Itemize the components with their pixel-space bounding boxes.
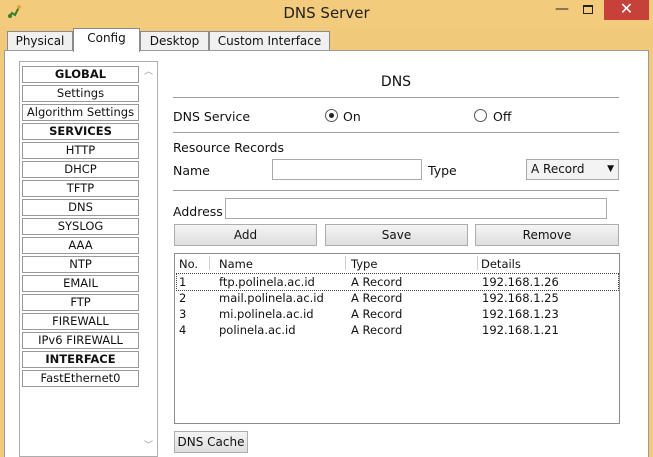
column-header-name[interactable]: Name [219, 257, 253, 271]
sidebar-item-fastethernet0[interactable]: FastEthernet0 [22, 370, 139, 387]
cell-type: A Record [351, 323, 403, 337]
divider [173, 132, 619, 133]
sidebar-item-dhcp[interactable]: DHCP [22, 161, 139, 178]
dns-off-label: Off [493, 109, 512, 124]
cell-no: 2 [179, 291, 187, 305]
column-header-details[interactable]: Details [481, 257, 521, 271]
config-panel: GLOBAL Settings Algorithm Settings SERVICES… [4, 50, 649, 457]
cell-no: 4 [179, 323, 187, 337]
minimize-icon: — [555, 1, 569, 17]
cell-type: A Record [351, 291, 403, 305]
cell-name: ftp.polinela.ac.id [219, 275, 315, 289]
save-button[interactable]: Save [325, 224, 468, 246]
sidebar-item-http[interactable]: HTTP [22, 142, 139, 159]
sidebar-item-firewall[interactable]: FIREWALL [22, 313, 139, 330]
sidebar-item-services[interactable]: SERVICES [22, 123, 139, 140]
section-title: DNS [380, 74, 412, 90]
cell-details: 192.168.1.26 [482, 275, 559, 289]
address-input[interactable] [225, 198, 607, 219]
column-header-type[interactable]: Type [351, 257, 377, 271]
cell-details: 192.168.1.23 [482, 307, 559, 321]
maximize-button[interactable] [575, 0, 601, 20]
cell-details: 192.168.1.25 [482, 291, 559, 305]
sidebar-item-ipv6-firewall[interactable]: IPv6 FIREWALL [22, 332, 139, 349]
dns-cache-button[interactable]: DNS Cache [174, 431, 248, 453]
dns-on-label: On [343, 109, 361, 124]
divider [173, 97, 619, 98]
cell-name: mi.polinela.ac.id [219, 307, 314, 321]
tab-custom-interface[interactable]: Custom Interface [209, 31, 330, 51]
minimize-button[interactable]: — [549, 0, 575, 20]
resource-records-label: Resource Records [173, 140, 284, 155]
cell-type: A Record [351, 275, 403, 289]
cell-details: 192.168.1.21 [482, 323, 559, 337]
sidebar-item-dns[interactable]: DNS [22, 199, 139, 216]
tab-physical[interactable]: Physical [7, 31, 73, 51]
scroll-up-icon[interactable]: ︿ [140, 64, 157, 80]
type-select[interactable]: A Record ▼ [526, 159, 619, 180]
scroll-down-icon[interactable]: ﹀ [140, 438, 157, 454]
close-icon: ✕ [619, 0, 634, 18]
divider [173, 190, 619, 191]
dropdown-arrow-icon: ▼ [607, 164, 614, 174]
records-table: No. Name Type Details 1 ftp.polinela.ac.i… [174, 253, 620, 424]
table-row[interactable]: 3 mi.polinela.ac.id A Record 192.168.1.23 [177, 306, 618, 322]
sidebar-item-aaa[interactable]: AAA [22, 237, 139, 254]
table-row[interactable]: 2 mail.polinela.ac.id A Record 192.168.1.25 [177, 290, 618, 306]
cell-type: A Record [351, 307, 403, 321]
dns-service-label: DNS Service [173, 109, 251, 124]
type-label: Type [428, 163, 457, 178]
column-header-no[interactable]: No. [179, 257, 198, 271]
title-bar: DNS Server — ✕ [0, 0, 653, 27]
table-row[interactable]: 4 polinela.ac.id A Record 192.168.1.21 [177, 322, 618, 338]
name-input[interactable] [272, 159, 422, 180]
sidebar-item-syslog[interactable]: SYSLOG [22, 218, 139, 235]
sidebar-item-ftp[interactable]: FTP [22, 294, 139, 311]
add-button[interactable]: Add [174, 224, 317, 246]
tab-config[interactable]: Config [73, 28, 140, 52]
sidebar-item-global[interactable]: GLOBAL [22, 66, 139, 83]
cell-name: mail.polinela.ac.id [219, 291, 324, 305]
cell-no: 1 [179, 275, 187, 289]
remove-button[interactable]: Remove [475, 224, 619, 246]
sidebar-item-tftp[interactable]: TFTP [22, 180, 139, 197]
tab-bar: Physical Config Desktop Custom Interface [0, 27, 653, 52]
sidebar: GLOBAL Settings Algorithm Settings SERVICES… [19, 61, 158, 457]
cell-name: polinela.ac.id [219, 323, 296, 337]
sidebar-item-settings[interactable]: Settings [22, 85, 139, 102]
sidebar-item-algorithm-settings[interactable]: Algorithm Settings [22, 104, 139, 121]
address-label: Address [173, 204, 223, 219]
sidebar-item-email[interactable]: EMAIL [22, 275, 139, 292]
dns-off-radio[interactable] [474, 109, 487, 122]
sidebar-item-interface[interactable]: INTERFACE [22, 351, 139, 368]
tab-desktop[interactable]: Desktop [140, 31, 209, 51]
maximize-icon [583, 5, 593, 14]
type-select-value: A Record [531, 162, 585, 176]
dns-on-radio[interactable] [325, 109, 338, 122]
name-label: Name [173, 163, 210, 178]
close-button[interactable]: ✕ [604, 0, 649, 20]
cell-no: 3 [179, 307, 187, 321]
sidebar-item-ntp[interactable]: NTP [22, 256, 139, 273]
table-row[interactable]: 1 ftp.polinela.ac.id A Record 192.168.1.26 [176, 273, 619, 291]
sidebar-scrollbar[interactable]: ︿ ﹀ [140, 62, 157, 456]
